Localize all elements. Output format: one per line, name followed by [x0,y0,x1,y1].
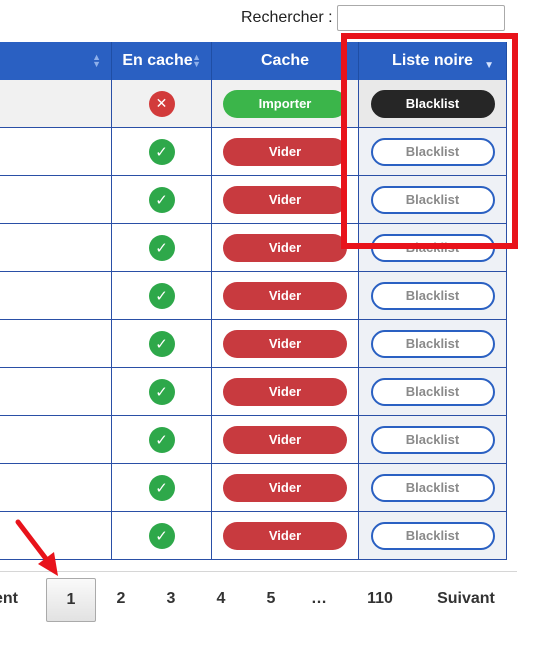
column-header-cache[interactable]: Cache [212,42,359,80]
pagination-page[interactable]: 110 [358,576,402,622]
vider-button[interactable]: Vider [223,377,347,406]
table-cell [0,320,112,368]
blacklist-button[interactable]: Blacklist [370,329,495,358]
column-header-en-cache[interactable]: En cache ▲ ▼ [112,42,212,80]
search-input[interactable] [336,5,505,31]
cache-cell: Vider [212,128,359,176]
cache-cell: Vider [212,512,359,560]
cached-cell: ✓ [112,320,212,368]
table-cell [0,224,112,272]
x-circle-icon: ✕ [148,90,175,117]
vider-button[interactable]: Vider [223,521,347,550]
blacklist-cell: Blacklist [359,272,507,320]
table-cell [0,368,112,416]
search-label: Rechercher : [241,9,333,26]
table-cell [0,80,112,128]
check-circle-icon: ✓ [148,282,175,309]
table-row: ✓ Vider Blacklist [0,320,507,368]
cache-cell: Vider [212,272,359,320]
highlight-box [341,33,518,249]
table-row: ✓ Vider Blacklist [0,512,507,560]
cached-cell: ✓ [112,224,212,272]
table-cell [0,128,112,176]
check-circle-icon: ✓ [148,522,175,549]
pagination-next[interactable]: Suivant [430,576,502,622]
pagination-page[interactable]: 3 [158,576,184,622]
column-header-label: En cache [122,52,193,69]
pagination-ellipsis: … [311,590,327,607]
check-circle-icon: ✓ [148,186,175,213]
sort-icon: ▲ ▼ [192,52,201,69]
blacklist-button[interactable]: Blacklist [370,521,495,550]
cached-cell: ✓ [112,512,212,560]
importer-button[interactable]: Importer [223,89,347,118]
vider-button[interactable]: Vider [223,281,347,310]
table-cell [0,272,112,320]
check-circle-icon: ✓ [148,426,175,453]
pagination-page-current[interactable]: 1 [46,578,96,622]
cache-cell: Vider [212,416,359,464]
blacklist-cell: Blacklist [359,512,507,560]
blacklist-button[interactable]: Blacklist [370,473,495,502]
pagination-previous[interactable]: ent [0,576,32,622]
blacklist-cell: Blacklist [359,320,507,368]
blacklist-button[interactable]: Blacklist [370,281,495,310]
cached-cell: ✓ [112,128,212,176]
vider-button[interactable]: Vider [223,329,347,358]
cached-cell: ✕ [112,80,212,128]
vider-button[interactable]: Vider [223,233,347,262]
vider-button[interactable]: Vider [223,473,347,502]
search-area: Rechercher : [241,4,505,32]
table-row: ✓ Vider Blacklist [0,272,507,320]
table-cell [0,416,112,464]
pagination-page[interactable]: 4 [208,576,234,622]
cached-cell: ✓ [112,272,212,320]
cache-cell: Importer [212,80,359,128]
cache-cell: Vider [212,176,359,224]
vider-button[interactable]: Vider [223,425,347,454]
cached-cell: ✓ [112,464,212,512]
vider-button[interactable]: Vider [223,185,347,214]
blacklist-cell: Blacklist [359,464,507,512]
cached-cell: ✓ [112,368,212,416]
table-row: ✓ Vider Blacklist [0,368,507,416]
cached-cell: ✓ [112,416,212,464]
check-circle-icon: ✓ [148,474,175,501]
pagination-page[interactable]: 5 [258,576,284,622]
cache-cell: Vider [212,368,359,416]
cache-cell: Vider [212,224,359,272]
blacklist-button[interactable]: Blacklist [370,425,495,454]
pagination-page[interactable]: 2 [108,576,134,622]
table-row: ✓ Vider Blacklist [0,464,507,512]
check-circle-icon: ✓ [148,330,175,357]
check-circle-icon: ✓ [148,378,175,405]
blacklist-cell: Blacklist [359,368,507,416]
pagination-divider [0,571,517,572]
table-cell [0,464,112,512]
blacklist-button[interactable]: Blacklist [370,377,495,406]
column-header-1[interactable]: ▲ ▼ [0,42,112,80]
cache-cell: Vider [212,464,359,512]
blacklist-cell: Blacklist [359,416,507,464]
vider-button[interactable]: Vider [223,137,347,166]
table-row: ✓ Vider Blacklist [0,416,507,464]
pagination: ent 1 2 3 4 5 … 110 Suivant [0,576,533,622]
sort-icon: ▲ ▼ [92,52,101,69]
check-circle-icon: ✓ [148,234,175,261]
table-cell [0,176,112,224]
cached-cell: ✓ [112,176,212,224]
cache-cell: Vider [212,320,359,368]
red-arrow-icon [15,519,58,576]
check-circle-icon: ✓ [148,138,175,165]
column-header-label: Cache [260,52,310,69]
